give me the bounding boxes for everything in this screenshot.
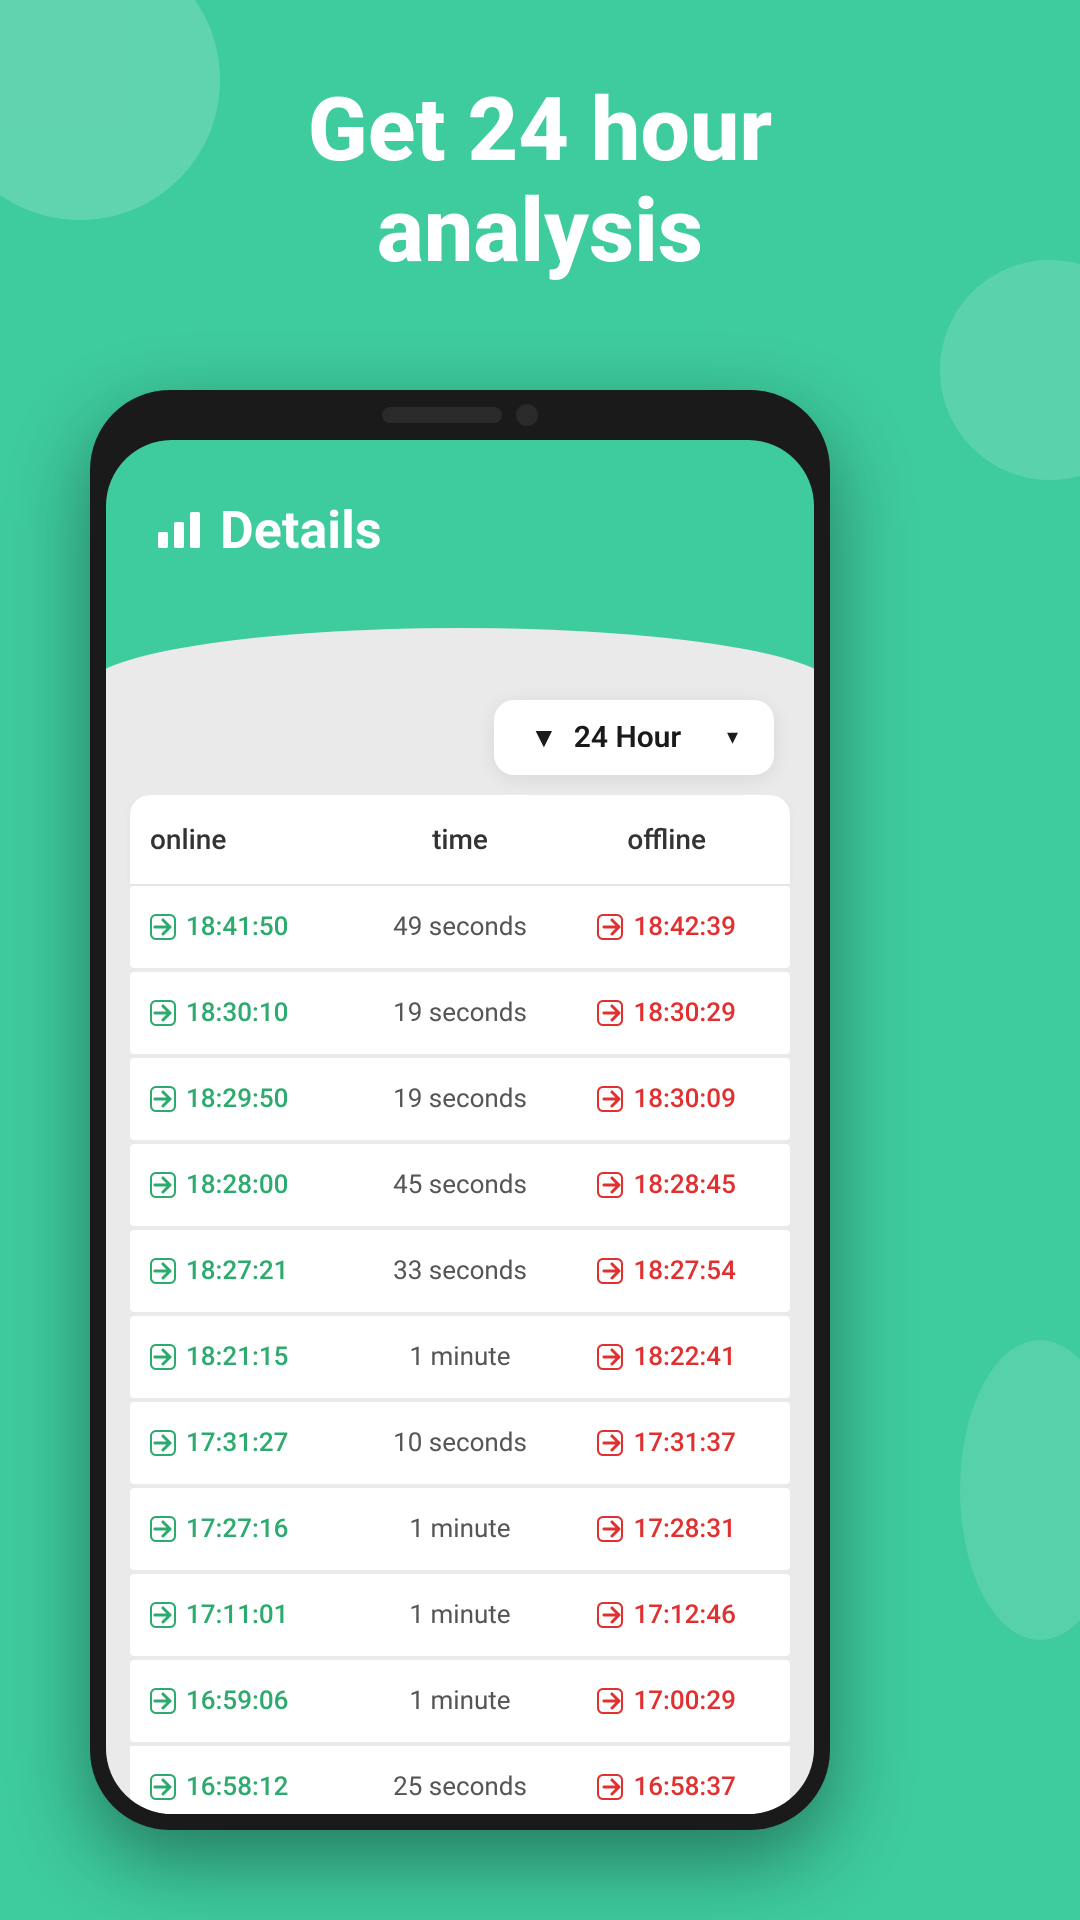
bg-circle-bottom-right	[960, 1340, 1080, 1640]
col-header-online: online	[150, 823, 357, 856]
notch	[330, 390, 590, 440]
cell-online-0: 18:41:50	[150, 912, 357, 942]
cell-online-10: 16:58:12	[150, 1772, 357, 1802]
cell-online-1: 18:30:10	[150, 998, 357, 1028]
cell-time-2: 19 seconds	[357, 1084, 564, 1114]
table-row: 18:30:10 19 seconds 18:30:29	[130, 972, 790, 1054]
filter-label: 24 Hour	[574, 720, 682, 755]
table-header: online time offline	[130, 795, 790, 884]
cell-offline-10: 16:58:37	[563, 1772, 770, 1802]
table-row: 18:27:21 33 seconds 18:27:54	[130, 1230, 790, 1312]
cell-online-7: 17:27:16	[150, 1514, 357, 1544]
content-area: ▼ 24 Hour ▾ online time offline	[106, 660, 814, 1814]
table-row: 16:58:12 25 seconds 16:58:37	[130, 1746, 790, 1814]
cell-time-9: 1 minute	[357, 1686, 564, 1716]
table-rows: 18:41:50 49 seconds 18:42:39 18:30:10 19…	[130, 886, 790, 1814]
cell-time-3: 45 seconds	[357, 1170, 564, 1200]
cell-time-6: 10 seconds	[357, 1428, 564, 1458]
cell-online-5: 18:21:15	[150, 1342, 357, 1372]
data-table: online time offline 18:41:50 49 seconds	[106, 795, 814, 1814]
header-title: Details	[220, 500, 382, 561]
filter-dropdown[interactable]: ▼ 24 Hour ▾	[494, 700, 774, 775]
cell-online-6: 17:31:27	[150, 1428, 357, 1458]
bar-chart-icon	[156, 504, 202, 558]
cell-online-2: 18:29:50	[150, 1084, 357, 1114]
cell-time-1: 19 seconds	[357, 998, 564, 1028]
cell-offline-3: 18:28:45	[563, 1170, 770, 1200]
cell-time-10: 25 seconds	[357, 1772, 564, 1802]
cell-offline-8: 17:12:46	[563, 1600, 770, 1630]
app-header: Details	[106, 440, 814, 591]
cell-offline-9: 17:00:29	[563, 1686, 770, 1716]
cell-online-4: 18:27:21	[150, 1256, 357, 1286]
cell-offline-4: 18:27:54	[563, 1256, 770, 1286]
table-row: 18:28:00 45 seconds 18:28:45	[130, 1144, 790, 1226]
cell-online-8: 17:11:01	[150, 1600, 357, 1630]
filter-bar: ▼ 24 Hour ▾	[106, 660, 814, 795]
col-header-offline: offline	[563, 823, 770, 856]
chevron-down-icon: ▾	[727, 725, 738, 750]
front-camera	[516, 404, 538, 426]
cell-time-8: 1 minute	[357, 1600, 564, 1630]
table-row: 18:21:15 1 minute 18:22:41	[130, 1316, 790, 1398]
table-row: 18:41:50 49 seconds 18:42:39	[130, 886, 790, 968]
cell-offline-6: 17:31:37	[563, 1428, 770, 1458]
cell-offline-5: 18:22:41	[563, 1342, 770, 1372]
phone-screen: Details ▼ 24 Hour ▾ online ti	[106, 440, 814, 1814]
phone-frame: Details ▼ 24 Hour ▾ online ti	[90, 390, 830, 1830]
cell-offline-0: 18:42:39	[563, 912, 770, 942]
table-row: 17:31:27 10 seconds 17:31:37	[130, 1402, 790, 1484]
cell-offline-7: 17:28:31	[563, 1514, 770, 1544]
cell-offline-2: 18:30:09	[563, 1084, 770, 1114]
filter-dropdown-left: ▼ 24 Hour	[530, 720, 681, 755]
table-row: 16:59:06 1 minute 17:00:29	[130, 1660, 790, 1742]
notch-pill	[382, 407, 502, 423]
cell-online-9: 16:59:06	[150, 1686, 357, 1716]
cell-time-5: 1 minute	[357, 1342, 564, 1372]
cell-offline-1: 18:30:29	[563, 998, 770, 1028]
hero-text: Get 24 hour analysis	[0, 80, 1080, 282]
filter-icon: ▼	[530, 721, 558, 754]
col-header-time: time	[357, 823, 564, 856]
cell-time-4: 33 seconds	[357, 1256, 564, 1286]
cell-online-3: 18:28:00	[150, 1170, 357, 1200]
table-row: 17:11:01 1 minute 17:12:46	[130, 1574, 790, 1656]
cell-time-0: 49 seconds	[357, 912, 564, 942]
cell-time-7: 1 minute	[357, 1514, 564, 1544]
bg-circle-top-right	[940, 260, 1080, 480]
table-row: 17:27:16 1 minute 17:28:31	[130, 1488, 790, 1570]
table-row: 18:29:50 19 seconds 18:30:09	[130, 1058, 790, 1140]
